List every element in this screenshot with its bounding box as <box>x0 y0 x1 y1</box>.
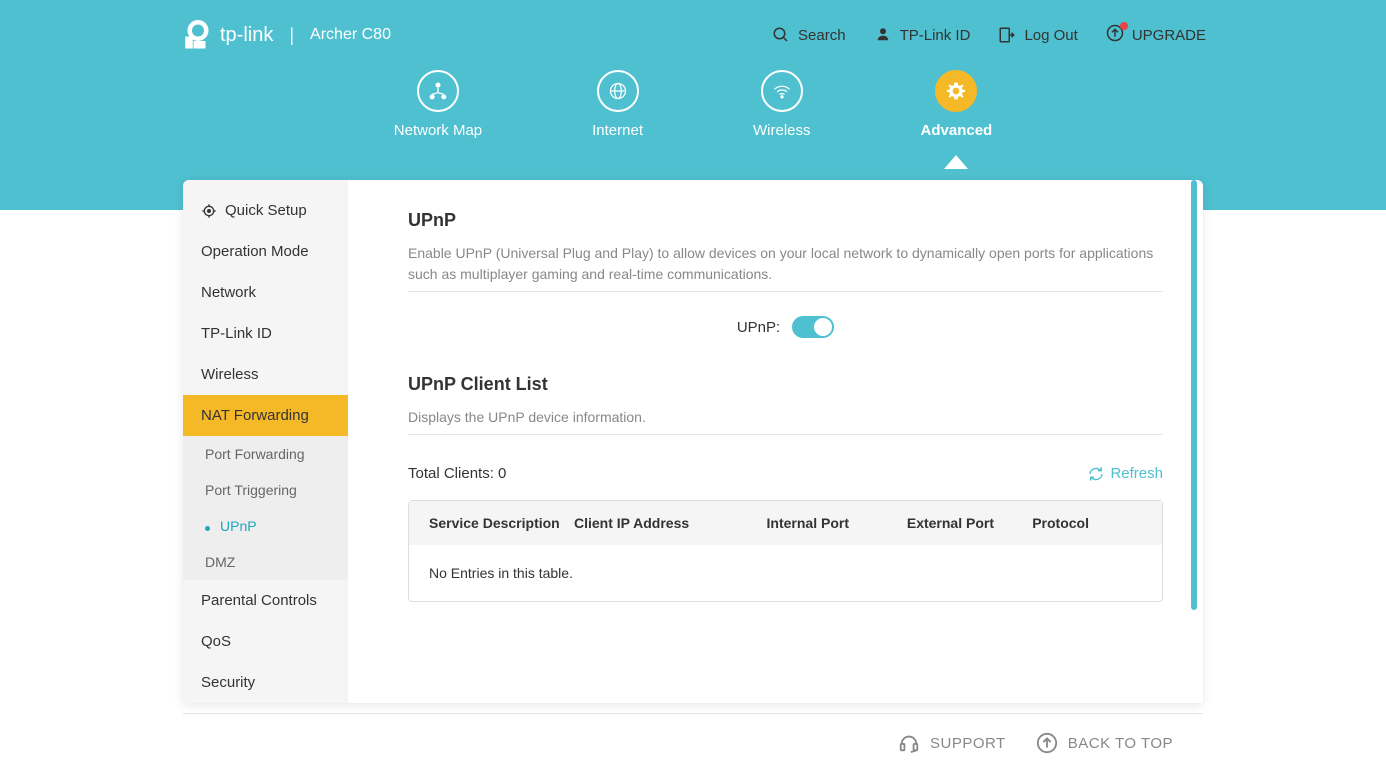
col-service-desc: Service Description <box>429 515 574 531</box>
col-external-port: External Port <box>849 515 994 531</box>
network-map-icon <box>428 81 448 101</box>
arrow-up-circle-icon <box>1036 732 1058 754</box>
clients-row: Total Clients: 0 Refresh <box>408 465 1163 482</box>
sidebar-nat-forwarding-label: NAT Forwarding <box>201 407 309 424</box>
total-clients: Total Clients: 0 <box>408 465 506 482</box>
upnp-toggle-row: UPnP: <box>408 316 1163 338</box>
sidebar-quick-setup-label: Quick Setup <box>225 202 307 219</box>
logout-icon <box>998 26 1016 44</box>
refresh-icon <box>1088 466 1104 482</box>
section-client-list-desc: Displays the UPnP device information. <box>408 407 1163 428</box>
topbar: tp-link | Archer C80 Search TP-Link ID L… <box>0 0 1386 50</box>
section-upnp-desc: Enable UPnP (Universal Plug and Play) to… <box>408 243 1163 285</box>
nav-wireless[interactable]: Wireless <box>753 70 811 139</box>
sidebar-parental-controls[interactable]: Parental Controls <box>183 580 348 621</box>
sidebar-qos[interactable]: QoS <box>183 621 348 662</box>
content-wrapper: Quick Setup Operation Mode Network TP-Li… <box>183 180 1203 703</box>
sidebar: Quick Setup Operation Mode Network TP-Li… <box>183 180 348 703</box>
sidebar-nat-forwarding[interactable]: NAT Forwarding <box>183 395 348 436</box>
sub-port-forwarding-label: Port Forwarding <box>205 446 305 462</box>
sub-port-triggering-label: Port Triggering <box>205 482 297 498</box>
top-actions: Search TP-Link ID Log Out UPGRADE <box>772 24 1206 46</box>
table-empty-row: No Entries in this table. <box>409 545 1162 601</box>
header-banner: tp-link | Archer C80 Search TP-Link ID L… <box>0 0 1386 210</box>
nav-internet-label: Internet <box>592 122 643 139</box>
wifi-icon <box>772 81 792 101</box>
tplink-id-button[interactable]: TP-Link ID <box>874 26 971 44</box>
target-icon <box>201 203 217 219</box>
globe-icon <box>608 81 628 101</box>
sidebar-tplink-id[interactable]: TP-Link ID <box>183 313 348 354</box>
col-client-ip: Client IP Address <box>574 515 719 531</box>
sidebar-sub-dmz[interactable]: DMZ <box>183 544 348 580</box>
active-dot-icon <box>205 526 210 531</box>
sub-upnp-label: UPnP <box>220 518 257 534</box>
refresh-button[interactable]: Refresh <box>1088 465 1163 482</box>
scrollbar[interactable] <box>1191 180 1197 610</box>
sidebar-network-label: Network <box>201 284 256 301</box>
support-label: SUPPORT <box>930 735 1006 752</box>
main-nav: Network Map Internet Wireless Advanced <box>0 70 1386 139</box>
upnp-toggle-label: UPnP: <box>737 319 780 336</box>
sidebar-security-label: Security <box>201 674 255 691</box>
nav-advanced[interactable]: Advanced <box>921 70 993 139</box>
tplink-logo-icon <box>180 20 210 50</box>
col-protocol: Protocol <box>994 515 1089 531</box>
sidebar-parental-label: Parental Controls <box>201 592 317 609</box>
brand-model: Archer C80 <box>310 26 391 44</box>
sidebar-operation-mode[interactable]: Operation Mode <box>183 231 348 272</box>
nav-internet[interactable]: Internet <box>592 70 643 139</box>
upnp-toggle[interactable] <box>792 316 834 338</box>
main-panel: UPnP Enable UPnP (Universal Plug and Pla… <box>348 180 1203 703</box>
sidebar-sub-port-forwarding[interactable]: Port Forwarding <box>183 436 348 472</box>
brand: tp-link | Archer C80 <box>180 20 391 50</box>
nav-network-map-label: Network Map <box>394 122 482 139</box>
sidebar-sub-upnp[interactable]: UPnP <box>183 508 348 544</box>
support-button[interactable]: SUPPORT <box>898 732 1006 754</box>
client-table: Service Description Client IP Address In… <box>408 500 1163 602</box>
sidebar-wireless-label: Wireless <box>201 366 259 383</box>
sidebar-quick-setup[interactable]: Quick Setup <box>183 190 348 231</box>
brand-name: tp-link <box>220 24 273 47</box>
nav-advanced-label: Advanced <box>921 122 993 139</box>
upgrade-label: UPGRADE <box>1132 27 1206 44</box>
sidebar-operation-mode-label: Operation Mode <box>201 243 309 260</box>
sidebar-sub-port-triggering[interactable]: Port Triggering <box>183 472 348 508</box>
logout-label: Log Out <box>1024 27 1077 44</box>
back-to-top-label: BACK TO TOP <box>1068 735 1173 752</box>
search-label: Search <box>798 27 846 44</box>
nav-wireless-label: Wireless <box>753 122 811 139</box>
upgrade-button[interactable]: UPGRADE <box>1106 24 1206 46</box>
logout-button[interactable]: Log Out <box>998 26 1077 44</box>
section-upnp-title: UPnP <box>408 210 1163 231</box>
sidebar-tplink-id-label: TP-Link ID <box>201 325 272 342</box>
sidebar-qos-label: QoS <box>201 633 231 650</box>
gear-icon <box>946 81 966 101</box>
section-client-list-title: UPnP Client List <box>408 374 1163 395</box>
sidebar-network[interactable]: Network <box>183 272 348 313</box>
divider <box>408 291 1163 292</box>
tplink-id-label: TP-Link ID <box>900 27 971 44</box>
search-button[interactable]: Search <box>772 26 846 44</box>
sub-dmz-label: DMZ <box>205 554 235 570</box>
footer: SUPPORT BACK TO TOP <box>183 713 1203 772</box>
col-internal-port: Internal Port <box>719 515 849 531</box>
search-icon <box>772 26 790 44</box>
user-heart-icon <box>874 26 892 44</box>
back-to-top-button[interactable]: BACK TO TOP <box>1036 732 1173 754</box>
upgrade-icon <box>1106 24 1124 42</box>
refresh-label: Refresh <box>1110 465 1163 482</box>
sidebar-wireless[interactable]: Wireless <box>183 354 348 395</box>
brand-separator: | <box>289 25 294 46</box>
headset-icon <box>898 732 920 754</box>
sidebar-security[interactable]: Security <box>183 662 348 703</box>
divider <box>408 434 1163 435</box>
nav-network-map[interactable]: Network Map <box>394 70 482 139</box>
table-header: Service Description Client IP Address In… <box>409 501 1162 545</box>
